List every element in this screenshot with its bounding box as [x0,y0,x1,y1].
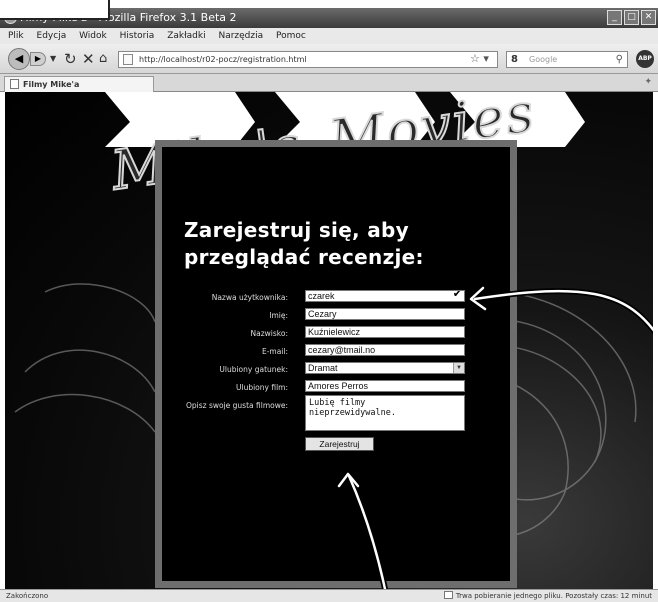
menu-widok[interactable]: Widok [79,31,107,41]
tab-list-icon[interactable]: ✦ [644,77,652,87]
window-controls: _ □ ✕ [607,10,656,25]
menu-zakladki[interactable]: Zakładki [167,31,205,41]
address-url: http://localhost/r02-pocz/registration.h… [139,55,307,64]
address-bar[interactable]: http://localhost/r02-pocz/registration.h… [118,51,498,68]
maximize-button[interactable]: □ [624,10,639,25]
menu-edycja[interactable]: Edycja [37,31,67,41]
tab-filmy[interactable]: Filmy Mike'a [4,76,154,92]
status-text: Zakończono [6,592,49,600]
search-icon[interactable]: ⚲ [616,52,623,67]
minimize-button[interactable]: _ [607,10,622,25]
menu-narzedzia[interactable]: Narzędzia [218,31,263,41]
menu-plik[interactable]: Plik [8,31,24,41]
home-icon[interactable]: ⌂ [99,51,107,66]
download-icon [443,591,453,599]
page-content: Mike'sMovies Zarejestruj się, aby przegl… [5,92,653,589]
close-button[interactable]: ✕ [641,10,656,25]
search-box[interactable]: 8 Google ⚲ [506,51,628,68]
history-dropdown-icon[interactable]: ▼ [50,54,56,63]
page-icon [123,54,133,65]
download-status-text: Trwa pobieranie jednego pliku. Pozostały… [455,592,652,600]
status-bar: Zakończono Trwa pobieranie jednego pliku… [0,589,658,602]
reload-icon[interactable]: ↻ [64,50,77,68]
browser-window: Filmy Mike'a - Mozilla Firefox 3.1 Beta … [0,0,658,602]
download-status[interactable]: Trwa pobieranie jednego pliku. Pozostały… [443,590,652,602]
navigation-toolbar: ◀ ▶ ▼ ↻ ✕ ⌂ http://localhost/r02-pocz/re… [0,44,658,74]
tab-page-icon [10,79,19,89]
menu-historia[interactable]: Historia [120,31,155,41]
menu-bar: Plik Edycja Widok Historia Zakładki Narz… [0,28,658,44]
menu-pomoc[interactable]: Pomoc [276,31,306,41]
search-placeholder: Google [529,55,558,64]
adblock-icon[interactable]: ABP [636,50,654,68]
bookmark-star-icon[interactable]: ☆ ▾ [470,52,489,65]
back-button[interactable]: ◀ [8,48,30,70]
overlay-corner [0,0,110,20]
forward-button[interactable]: ▶ [30,52,46,66]
tab-title: Filmy Mike'a [23,80,80,89]
tab-bar: Filmy Mike'a ✦ [0,74,658,92]
annotation-arrows [336,285,653,589]
stop-icon[interactable]: ✕ [82,50,95,68]
search-engine-icon[interactable]: 8 [511,52,518,67]
